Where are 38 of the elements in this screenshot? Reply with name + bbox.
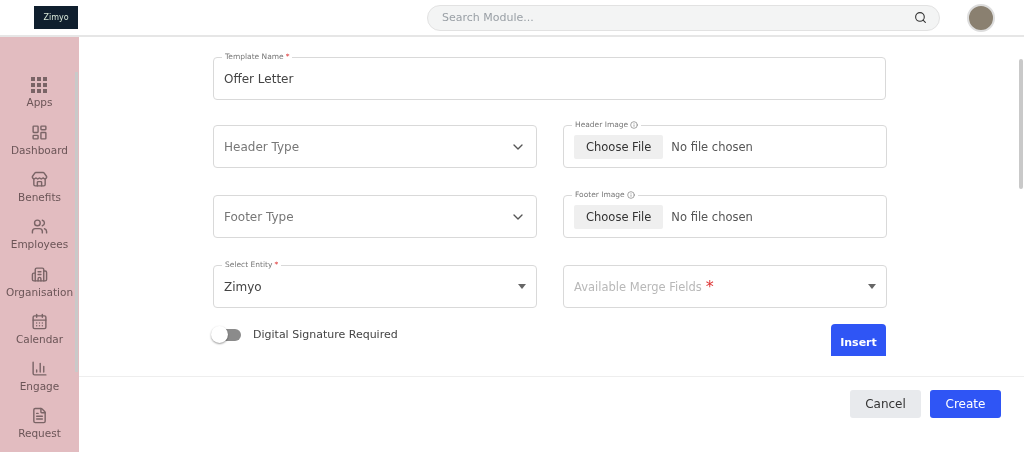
info-icon [626,190,635,199]
avatar[interactable] [967,3,995,32]
choose-file-button[interactable]: Choose File [574,204,664,229]
cancel-button[interactable]: Cancel [850,390,921,418]
calendar-icon [31,312,48,330]
bar-chart-icon [31,359,48,377]
scrollbar[interactable] [1019,59,1023,189]
required-mark: * [705,277,714,296]
sidebar-item[interactable]: Engage [19,359,60,405]
sidebar-item[interactable]: Dashboard [11,124,68,170]
building-icon [31,265,48,283]
choose-file-button[interactable]: Choose File [574,134,664,159]
people-icon [31,218,48,236]
info-icon [630,120,639,129]
sidebar-item[interactable]: Benefits [18,171,61,217]
document-icon [31,406,48,424]
caret-icon [518,284,526,289]
toggle-label: Digital Signature Required [253,328,398,341]
file-status: No file chosen [671,209,753,224]
create-button[interactable]: Create [930,390,1001,418]
sidebar-item[interactable]: Request [18,406,61,452]
select-field[interactable]: Footer Type [213,195,537,238]
toggle-switch[interactable] [213,328,241,341]
sidebar-item[interactable]: Calendar [15,312,64,358]
sidebar-item[interactable]: Apps [26,77,53,123]
sidebar-item[interactable]: Organisation [5,265,74,311]
apps-grid-icon [31,77,48,93]
scrollbar[interactable] [75,72,78,372]
dashboard-icon [31,124,48,142]
store-icon [31,171,48,189]
caret-icon [868,284,876,289]
logo[interactable]: Zimyo [34,6,78,29]
sidebar-item[interactable]: Employees [10,218,69,264]
search-icon[interactable] [914,11,927,24]
insert-button[interactable]: Insert [831,324,886,356]
select-field[interactable]: Available Merge Fields * [563,265,887,308]
select-field[interactable]: Header Type [213,125,537,168]
file-status: No file chosen [671,139,753,154]
